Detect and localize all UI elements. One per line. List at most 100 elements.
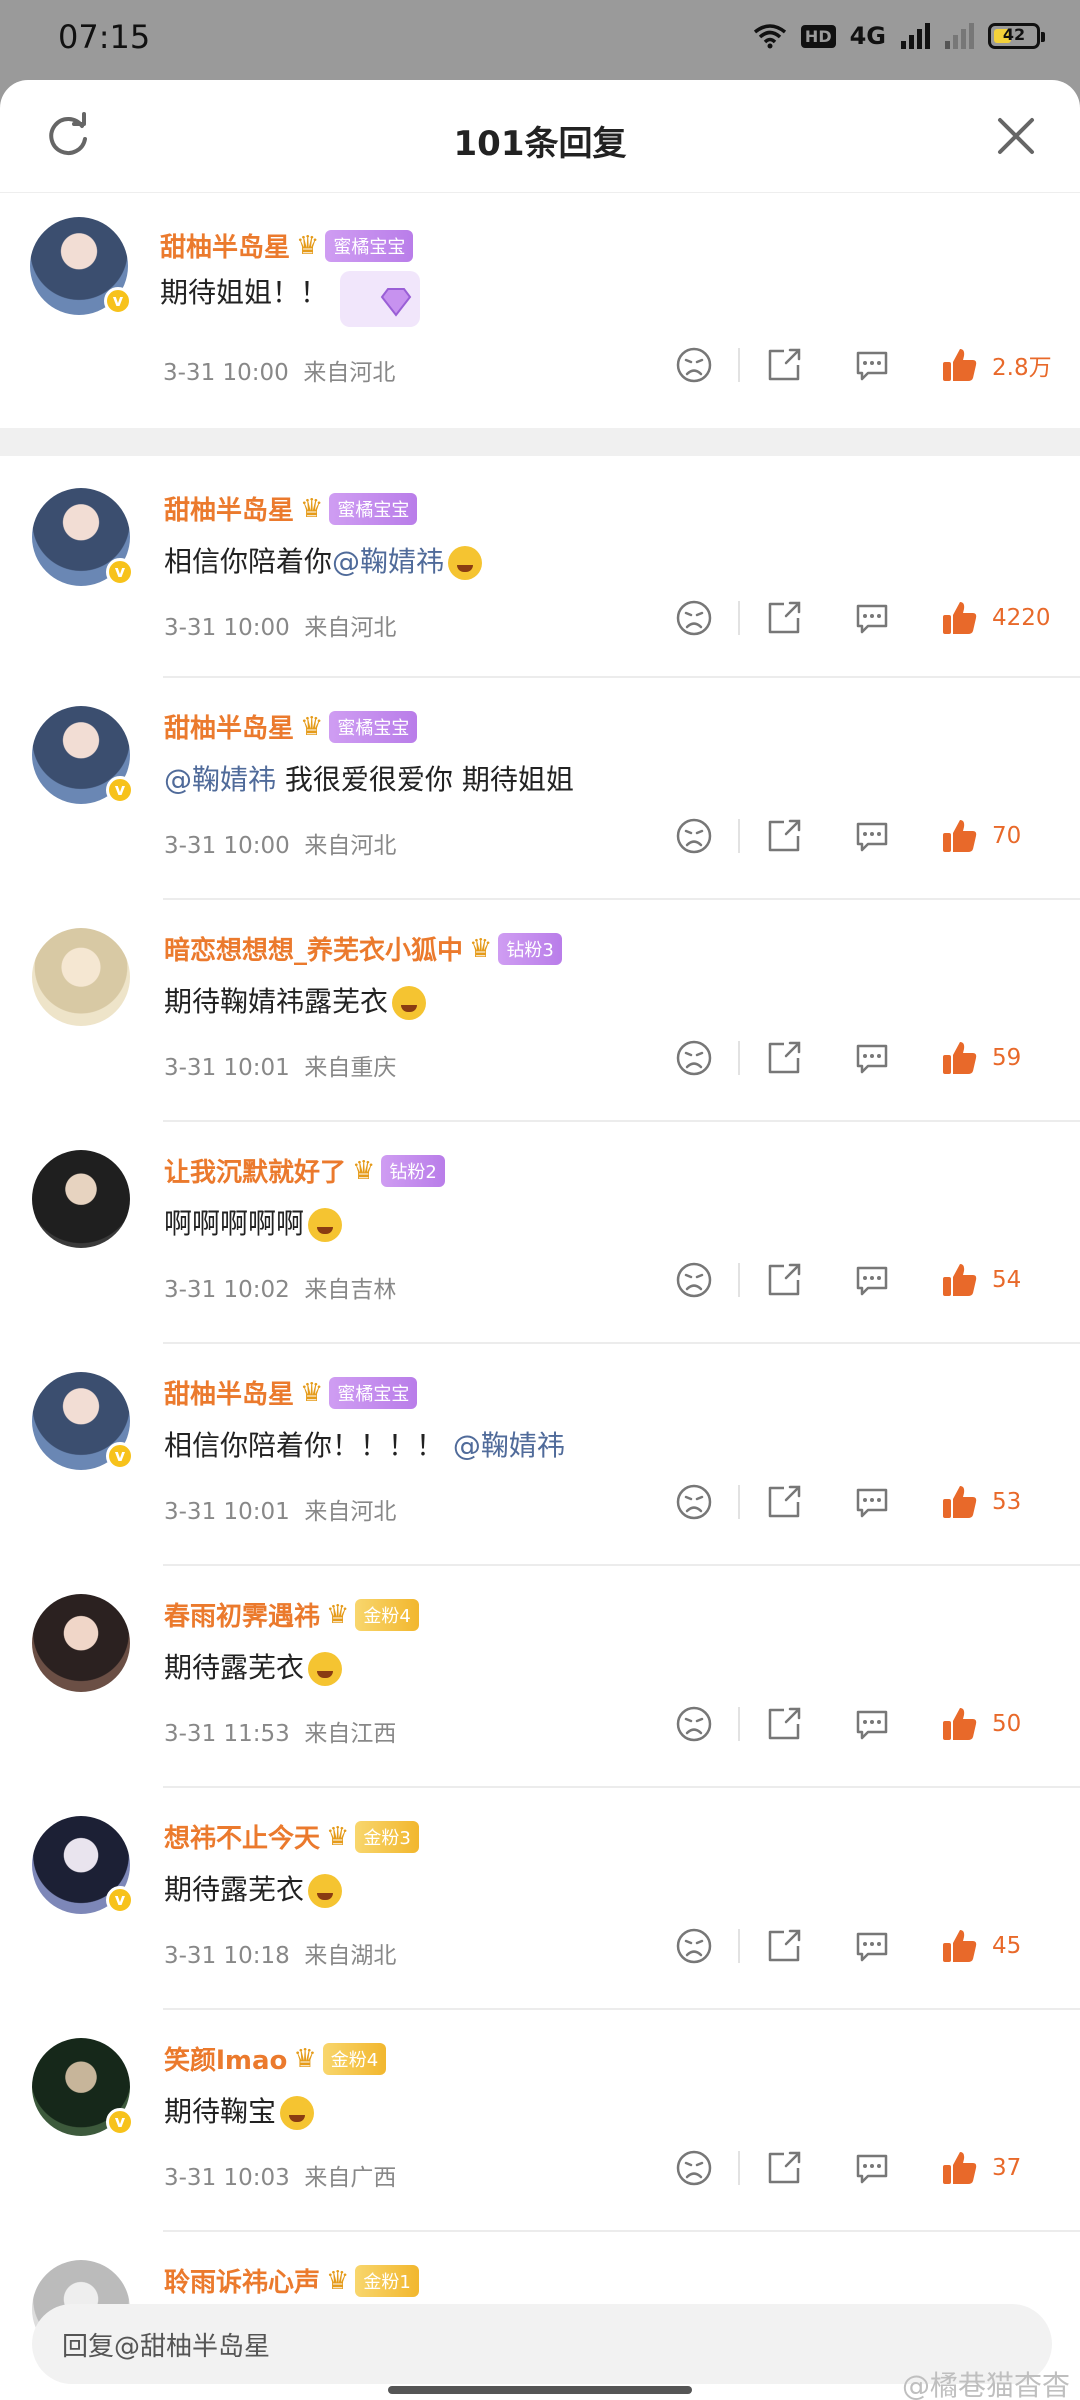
comment-icon[interactable] xyxy=(852,1038,892,1078)
fan-badge[interactable]: 金粉3 xyxy=(355,1820,419,1853)
fan-badge[interactable]: 蜜橘宝宝 xyxy=(329,1376,418,1409)
dislike-icon[interactable] xyxy=(674,1704,714,1744)
like-icon[interactable] xyxy=(940,598,980,638)
share-icon[interactable] xyxy=(764,1260,804,1300)
avatar[interactable]: v xyxy=(32,706,134,804)
comment-icon[interactable] xyxy=(852,2148,892,2188)
reply-item[interactable]: 让我沉默就好了 ♛ 钻粉2 啊啊啊啊啊 3-31 10:02 来自吉林 54 xyxy=(0,1122,1080,1344)
fan-badge[interactable]: 蜜橘宝宝 xyxy=(329,710,418,743)
reply-item[interactable]: v 甜柚半岛星 ♛ 蜜橘宝宝 @鞠婧祎 我很爱很爱你 期待姐姐 3-31 10:… xyxy=(0,678,1080,900)
share-icon[interactable] xyxy=(764,2148,804,2188)
reply-content: 相信你陪着你！！！！ @鞠婧祎 xyxy=(164,1424,565,1464)
dislike-icon[interactable] xyxy=(674,816,714,856)
reply-text: 期待鞠宝 xyxy=(164,2095,277,2128)
avatar[interactable] xyxy=(32,1594,130,1692)
fan-badge[interactable]: 金粉1 xyxy=(355,2264,419,2297)
reply-item[interactable]: 暗恋想想想_养芜衣小狐中 ♛ 钻粉3 期待鞠婧祎露芜衣 3-31 10:01 来… xyxy=(0,900,1080,1122)
reply-actions: 53 xyxy=(674,1482,1052,1522)
avatar[interactable]: v xyxy=(32,1816,134,1914)
name-line: 暗恋想想想_养芜衣小狐中 ♛ 钻粉3 xyxy=(164,930,562,967)
fan-badge[interactable]: 钻粉2 xyxy=(381,1154,445,1187)
like-icon[interactable] xyxy=(940,1926,980,1966)
username[interactable]: 甜柚半岛星 xyxy=(164,708,294,745)
action-divider xyxy=(738,2151,740,2185)
fan-badge[interactable]: 蜜橘宝宝 xyxy=(325,229,414,262)
action-divider xyxy=(738,1707,740,1741)
comment-icon[interactable] xyxy=(852,1260,892,1300)
like-icon[interactable] xyxy=(940,816,980,856)
close-icon[interactable] xyxy=(994,114,1038,158)
share-icon[interactable] xyxy=(764,1038,804,1078)
like-icon[interactable] xyxy=(940,1704,980,1744)
comment-icon[interactable] xyxy=(852,598,892,638)
mention-link[interactable]: @鞠婧祎 xyxy=(332,545,444,578)
dislike-icon[interactable] xyxy=(674,2148,714,2188)
dislike-icon[interactable] xyxy=(674,1038,714,1078)
username[interactable]: 甜柚半岛星 xyxy=(164,490,294,527)
comment-icon[interactable] xyxy=(852,345,892,385)
comment-icon[interactable] xyxy=(852,816,892,856)
username[interactable]: 甜柚半岛星 xyxy=(160,227,290,264)
crown-icon: ♛ xyxy=(469,933,493,964)
username[interactable]: 暗恋想想想_养芜衣小狐中 xyxy=(164,930,463,967)
reply-meta: 3-31 10:02 来自吉林 xyxy=(164,1270,396,1304)
like-icon[interactable] xyxy=(940,345,980,385)
like-icon[interactable] xyxy=(940,2148,980,2188)
share-icon[interactable] xyxy=(764,816,804,856)
signal-weak-icon xyxy=(945,23,974,49)
reply-location: 来自湖北 xyxy=(304,1943,397,1969)
reply-item[interactable]: v 笑颜lmao ♛ 金粉4 期待鞠宝 3-31 10:03 来自广西 37 xyxy=(0,2010,1080,2232)
share-icon[interactable] xyxy=(764,1482,804,1522)
reply-location: 来自河北 xyxy=(304,833,397,859)
avatar[interactable]: v xyxy=(32,2038,134,2136)
username[interactable]: 聆雨诉祎心声 xyxy=(164,2262,320,2299)
like-icon[interactable] xyxy=(940,1482,980,1522)
username[interactable]: 春雨初霁遇祎 xyxy=(164,1596,320,1633)
reply-actions: 4220 xyxy=(674,598,1052,638)
section-divider xyxy=(0,428,1080,456)
like-icon[interactable] xyxy=(940,1038,980,1078)
reply-time: 3-31 10:03 xyxy=(164,2165,290,2191)
username[interactable]: 让我沉默就好了 xyxy=(164,1152,346,1189)
username[interactable]: 笑颜lmao xyxy=(164,2040,287,2077)
fan-badge[interactable]: 钻粉3 xyxy=(498,932,562,965)
avatar[interactable]: v xyxy=(30,217,132,315)
reply-item[interactable]: 春雨初霁遇祎 ♛ 金粉4 期待露芜衣 3-31 11:53 来自江西 50 xyxy=(0,1566,1080,1788)
comment-icon[interactable] xyxy=(852,1926,892,1966)
mention-link[interactable]: @鞠婧祎 xyxy=(453,1429,565,1462)
sheet-title: 101条回复 xyxy=(453,124,627,164)
status-icons: HD 4G 42 xyxy=(753,22,1045,50)
avatar[interactable] xyxy=(32,928,130,1026)
action-divider xyxy=(738,1263,740,1297)
fan-badge[interactable]: 金粉4 xyxy=(355,1598,419,1631)
like-count: 70 xyxy=(992,823,1022,849)
reply-input[interactable]: 回复@甜柚半岛星 xyxy=(32,2304,1052,2384)
reply-item[interactable]: v 甜柚半岛星 ♛ 蜜橘宝宝 相信你陪着你！！！！ @鞠婧祎 3-31 10:0… xyxy=(0,1344,1080,1566)
like-count: 37 xyxy=(992,2155,1022,2181)
fan-badge[interactable]: 金粉4 xyxy=(322,2042,387,2075)
fan-badge[interactable]: 蜜橘宝宝 xyxy=(329,492,418,525)
dislike-icon[interactable] xyxy=(674,345,714,385)
battery-icon: 42 xyxy=(988,23,1045,49)
dislike-icon[interactable] xyxy=(674,1482,714,1522)
like-icon[interactable] xyxy=(940,1260,980,1300)
home-indicator[interactable] xyxy=(388,2386,692,2394)
comment-icon[interactable] xyxy=(852,1482,892,1522)
avatar[interactable] xyxy=(32,1150,130,1248)
mention-link[interactable]: @鞠婧祎 xyxy=(164,763,276,796)
username[interactable]: 甜柚半岛星 xyxy=(164,1374,294,1411)
share-icon[interactable] xyxy=(764,598,804,638)
reply-item[interactable]: v 甜柚半岛星 ♛ 蜜橘宝宝 相信你陪着你@鞠婧祎 3-31 10:00 来自河… xyxy=(0,456,1080,678)
dislike-icon[interactable] xyxy=(674,1926,714,1966)
share-icon[interactable] xyxy=(764,1704,804,1744)
username[interactable]: 想祎不止今天 xyxy=(164,1818,320,1855)
avatar[interactable]: v xyxy=(32,1372,134,1470)
share-icon[interactable] xyxy=(764,1926,804,1966)
comment-icon[interactable] xyxy=(852,1704,892,1744)
avatar[interactable]: v xyxy=(32,488,134,586)
dislike-icon[interactable] xyxy=(674,598,714,638)
like-count: 50 xyxy=(992,1711,1022,1737)
dislike-icon[interactable] xyxy=(674,1260,714,1300)
share-icon[interactable] xyxy=(764,345,804,385)
reply-item[interactable]: v 想祎不止今天 ♛ 金粉3 期待露芜衣 3-31 10:18 来自湖北 45 xyxy=(0,1788,1080,2010)
